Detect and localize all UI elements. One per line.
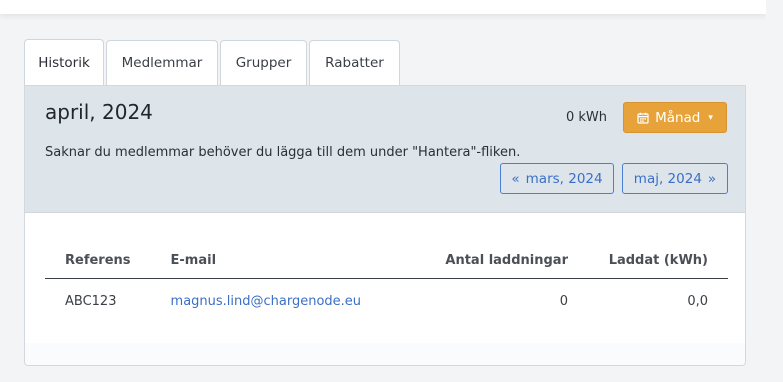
chevron-down-icon: ▾: [708, 112, 713, 123]
table-row: ABC123 magnus.lind@chargenode.eu 0 0,0: [45, 279, 728, 324]
column-header-laddat: Laddat (kWh): [588, 242, 728, 279]
charging-table: Referens E-mail Antal laddningar Laddat …: [45, 242, 728, 323]
tab-grupper[interactable]: Grupper: [220, 40, 307, 85]
tab-medlemmar[interactable]: Medlemmar: [106, 40, 218, 85]
kwh-total: 0 kWh: [566, 110, 608, 125]
period-dropdown-button[interactable]: Månad ▾: [623, 102, 727, 133]
double-chevron-left-icon: «: [511, 170, 520, 187]
double-chevron-right-icon: »: [707, 170, 717, 187]
cell-referens: ABC123: [65, 293, 117, 309]
period-button-label: Månad: [655, 109, 701, 126]
top-bar: [0, 0, 766, 14]
page-edge: [766, 0, 783, 382]
members-hint: Saknar du medlemmar behöver du lägga til…: [45, 145, 521, 160]
email-link[interactable]: magnus.lind@chargenode.eu: [171, 294, 362, 309]
panel-header: april, 2024 0 kWh Månad ▾ Saknar du medl…: [25, 86, 745, 213]
previous-month-label: mars, 2024: [525, 170, 603, 187]
calendar-icon: [637, 112, 649, 124]
cell-laddat: 0,0: [687, 293, 708, 309]
history-panel: april, 2024 0 kWh Månad ▾ Saknar du medl…: [24, 85, 746, 366]
column-header-referens: Referens: [45, 242, 151, 279]
tab-historik[interactable]: Historik: [24, 39, 104, 85]
tab-bar: Historik Medlemmar Grupper Rabatter: [24, 39, 400, 85]
column-header-antal: Antal laddningar: [407, 242, 588, 279]
tab-rabatter[interactable]: Rabatter: [309, 40, 400, 85]
next-month-label: maj, 2024: [633, 170, 702, 187]
cell-antal: 0: [559, 293, 568, 309]
column-header-email: E-mail: [150, 242, 408, 279]
table-header-row: Referens E-mail Antal laddningar Laddat …: [45, 242, 728, 279]
previous-month-button[interactable]: « mars, 2024: [500, 163, 614, 194]
cell-email: magnus.lind@chargenode.eu: [151, 279, 408, 324]
next-month-button[interactable]: maj, 2024 »: [622, 163, 728, 194]
panel-footer: [25, 343, 745, 365]
month-title: april, 2024: [45, 100, 153, 124]
